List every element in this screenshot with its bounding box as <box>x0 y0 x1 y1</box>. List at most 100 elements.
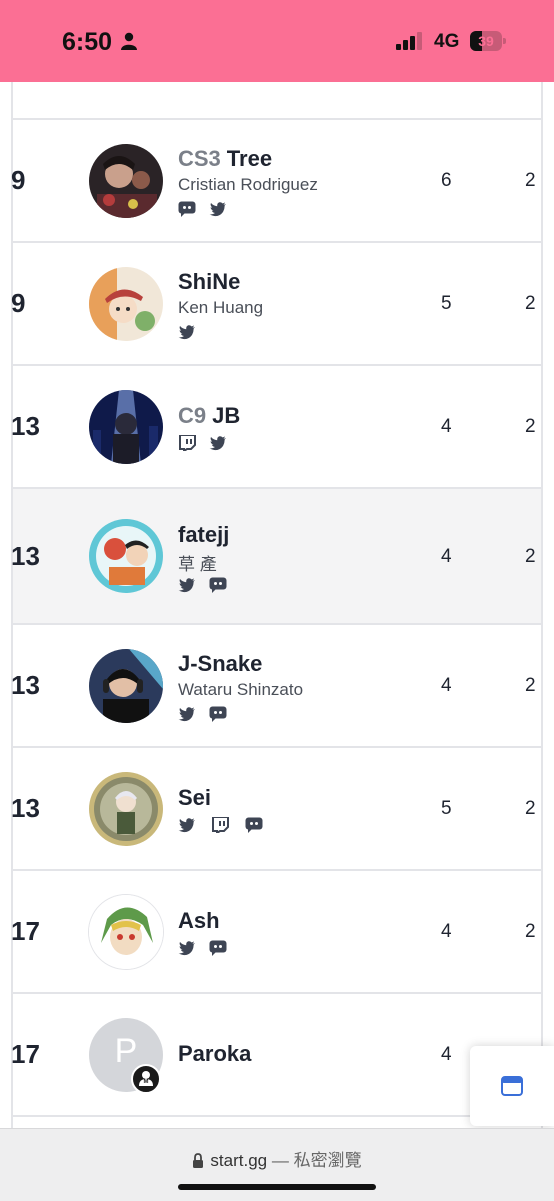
avatar[interactable] <box>89 772 163 846</box>
lock-icon <box>192 1153 204 1173</box>
social-links <box>178 200 236 218</box>
social-links <box>178 323 205 341</box>
stat-col2: 2 <box>525 416 536 437</box>
stat-col2: 2 <box>525 293 536 314</box>
real-name: Ken Huang <box>178 298 264 317</box>
table-row[interactable]: 17 Ash 4 2 <box>11 871 541 994</box>
stat-col1: 4 <box>441 1044 452 1065</box>
twitter-icon[interactable] <box>178 817 196 833</box>
twitter-icon[interactable] <box>209 435 227 451</box>
twitch-icon[interactable] <box>211 815 230 835</box>
avatar[interactable] <box>89 649 163 723</box>
url-text: start.gg <box>210 1151 268 1170</box>
placement: 13 <box>11 541 40 571</box>
stat-col1: 4 <box>441 675 452 696</box>
player-name: Tree <box>226 146 273 171</box>
sponsor-prefix: CS3 <box>178 146 221 171</box>
status-time: 6:50 <box>62 28 113 56</box>
gamer-tag[interactable]: Paroka <box>178 1041 251 1067</box>
player-name: ShiNe <box>178 269 241 294</box>
stat-col1: 5 <box>441 798 452 819</box>
twitch-icon[interactable] <box>178 433 196 453</box>
stat-col1: 4 <box>441 546 452 567</box>
table-row[interactable]: 13 C9 JB 4 2 <box>11 366 541 489</box>
twitter-icon[interactable] <box>178 324 196 340</box>
placement: 17 <box>11 1039 40 1069</box>
discord-icon[interactable] <box>178 201 196 217</box>
gamer-tag[interactable]: ShiNe <box>178 269 240 295</box>
discord-icon[interactable] <box>209 577 227 593</box>
table-row-partial <box>13 1117 541 1128</box>
placement: 17 <box>11 916 40 946</box>
stat-col2: 2 <box>525 921 536 942</box>
stat-col2: 2 <box>525 675 536 696</box>
discord-icon[interactable] <box>245 817 263 833</box>
table-row[interactable]: 17 P M Paroka 4 <box>11 994 541 1117</box>
stat-col2: 2 <box>525 170 536 191</box>
player-name: Sei <box>178 785 212 810</box>
browser-address-bar[interactable]: start.gg — 私密瀏覽 <box>0 1128 554 1201</box>
gamer-tag[interactable]: Ash <box>178 908 220 934</box>
floating-window-button[interactable] <box>470 1046 554 1126</box>
table-row[interactable]: 9 CS3 Tree Cristian Rodriguez 6 2 <box>11 120 541 243</box>
twitter-icon[interactable] <box>209 201 227 217</box>
social-links <box>178 705 236 723</box>
person-icon <box>120 32 138 55</box>
gamer-tag[interactable]: Sei <box>178 785 211 811</box>
table-row[interactable]: 13 J-Snake Wataru Shinzato 4 2 <box>11 625 541 748</box>
player-name: Ash <box>178 908 220 933</box>
stat-col1: 4 <box>441 416 452 437</box>
table-row[interactable]: 9 ShiNe Ken Huang 5 2 <box>11 243 541 366</box>
table-row[interactable]: 13 Sei 5 2 <box>11 748 541 871</box>
avatar[interactable] <box>89 519 163 593</box>
badge-letter: M <box>143 1079 149 1085</box>
real-name: 草 產 <box>178 555 217 574</box>
placement: 9 <box>11 165 26 195</box>
status-bar: 6:50 4G 39 <box>0 0 554 82</box>
player-name: JB <box>212 403 241 428</box>
gamer-tag[interactable]: CS3 Tree <box>178 146 272 172</box>
table-border-right <box>541 82 543 1128</box>
player-name: Paroka <box>178 1041 252 1066</box>
stat-col2: 2 <box>525 798 536 819</box>
discord-icon[interactable] <box>209 940 227 956</box>
avatar[interactable]: P M <box>89 1018 163 1094</box>
twitter-icon[interactable] <box>178 706 196 722</box>
url-display[interactable]: start.gg — 私密瀏覽 <box>0 1146 554 1173</box>
social-links <box>178 433 236 453</box>
network-label: 4G <box>434 31 460 52</box>
window-icon <box>501 1076 523 1101</box>
player-name: J-Snake <box>178 651 263 676</box>
table-row-partial <box>13 82 541 120</box>
gamer-tag[interactable]: J-Snake <box>178 651 262 677</box>
home-indicator[interactable] <box>178 1184 376 1190</box>
placement: 13 <box>11 670 40 700</box>
gamer-tag[interactable]: C9 JB <box>178 403 240 429</box>
discord-icon[interactable] <box>209 706 227 722</box>
private-mode-label: 私密瀏覽 <box>293 1151 362 1170</box>
battery-icon: 39 <box>470 31 506 51</box>
avatar[interactable] <box>89 267 163 341</box>
twitter-icon[interactable] <box>178 940 196 956</box>
player-name: fatejj <box>178 522 230 547</box>
social-links <box>178 939 236 957</box>
social-links <box>178 815 272 835</box>
social-links <box>178 576 236 594</box>
stat-col1: 6 <box>441 170 452 191</box>
signal-icon <box>396 32 426 55</box>
url-separator: — <box>271 1151 289 1170</box>
twitter-icon[interactable] <box>178 577 196 593</box>
avatar[interactable] <box>89 390 163 464</box>
standings-list: 9 CS3 Tree Cristian Rodriguez 6 2 9 ShiN… <box>0 82 554 1128</box>
stat-col1: 4 <box>441 921 452 942</box>
gamer-tag[interactable]: fatejj <box>178 522 229 548</box>
battery-percent: 39 <box>478 33 494 49</box>
avatar[interactable] <box>89 895 163 969</box>
placement: 9 <box>11 288 26 318</box>
table-row[interactable]: 13 fatejj 草 產 4 2 <box>11 489 541 625</box>
real-name: Wataru Shinzato <box>178 680 304 699</box>
avatar[interactable] <box>89 144 163 218</box>
mii-badge-icon: M <box>131 1064 161 1094</box>
placement: 13 <box>11 411 40 441</box>
stat-col2: 2 <box>525 546 536 567</box>
